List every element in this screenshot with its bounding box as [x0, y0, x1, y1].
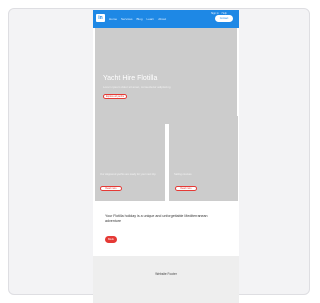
promo-section: Your Flotilla holiday is a unique and un… [93, 204, 239, 256]
hero-banner: Yacht Hire Flotilla Lorem ipsum dolor si… [95, 28, 237, 124]
nav-link-blog[interactable]: Blog [137, 17, 143, 21]
mobile-page-preview: in Home Services Blog Learn About Sign i… [93, 10, 239, 303]
nav-link-learn[interactable]: Learn [147, 17, 155, 21]
feature-tile-right: Sailing courses Read more [169, 116, 238, 201]
hero-cta-button[interactable]: Explore all yachts [103, 94, 127, 99]
contact-button[interactable]: Contact [215, 15, 233, 22]
nav-link-home[interactable]: Home [109, 17, 117, 21]
promo-book-button[interactable]: Book [105, 236, 117, 243]
footer-label: Website Footer [155, 272, 177, 276]
promo-text: Your Flotilla holiday is a unique and un… [105, 214, 208, 223]
tile-read-more-button[interactable]: Read more [175, 186, 197, 191]
feature-tile-left: Our skippered yachts are ready for your … [95, 116, 165, 201]
top-nav: in Home Services Blog Learn About Sign i… [93, 10, 239, 28]
nav-link-about[interactable]: About [158, 17, 166, 21]
tile-text: Our skippered yachts are ready for your … [100, 173, 156, 176]
tile-read-more-button[interactable]: Read more [100, 186, 122, 191]
hero-subtitle: Lorem ipsum dolor sit amet, consectetur … [103, 85, 171, 89]
website-footer: Website Footer [93, 256, 239, 303]
logo[interactable]: in [96, 14, 105, 22]
tile-text: Sailing courses [174, 173, 192, 176]
nav-link-services[interactable]: Services [121, 17, 133, 21]
nav-links: Home Services Blog Learn About [109, 17, 166, 21]
hero-title: Yacht Hire Flotilla [103, 75, 158, 82]
